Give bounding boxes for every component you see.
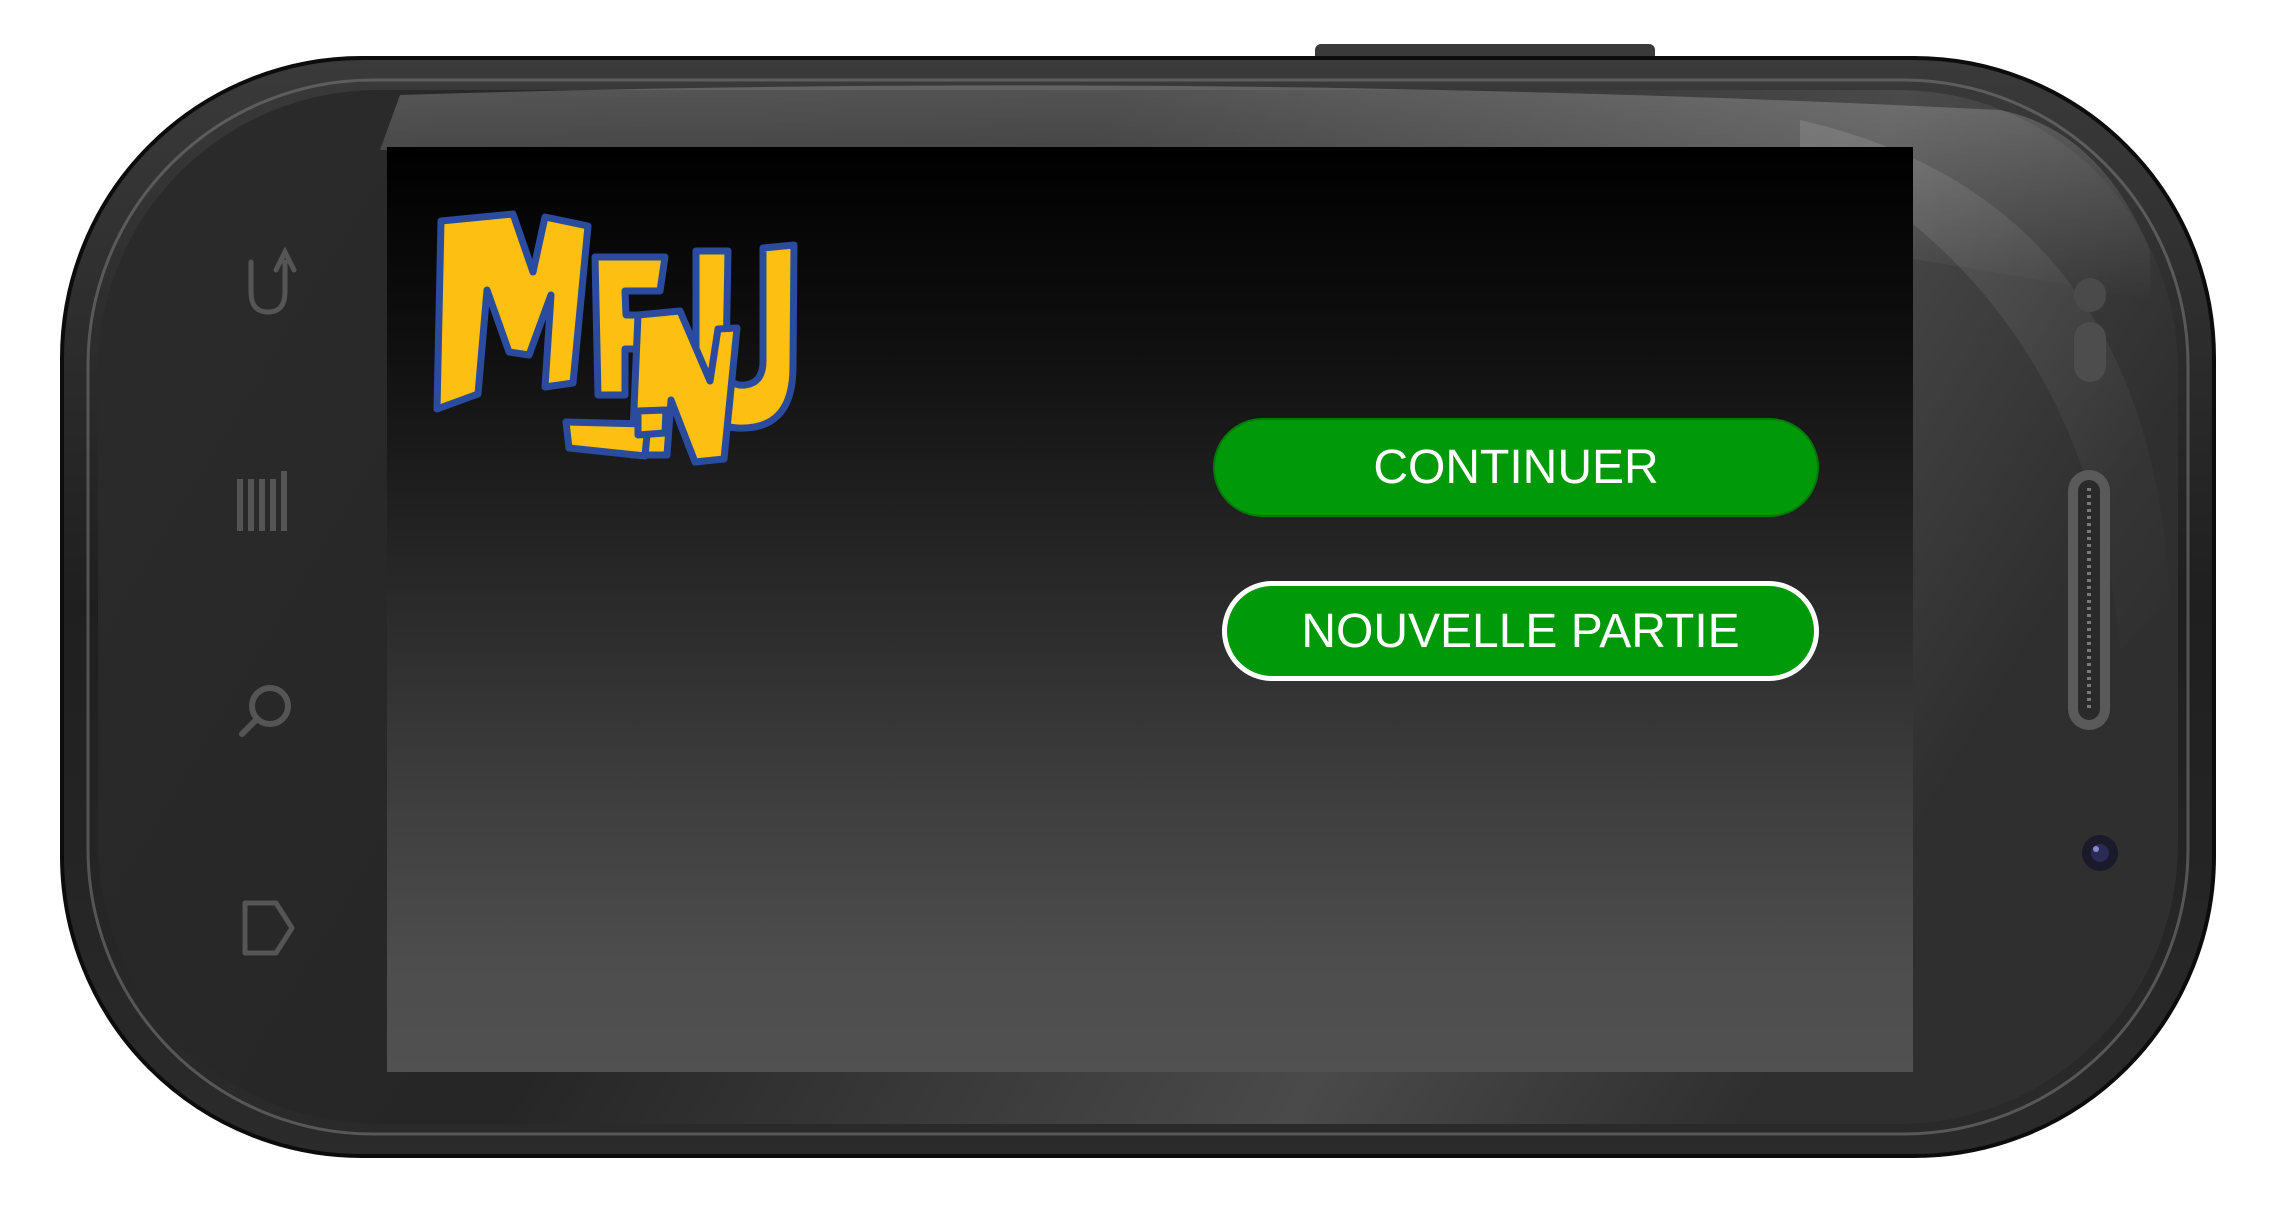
device-mockup: CONTINUER NOUVELLE PARTIE [0,0,2285,1211]
speaker-grille [2068,470,2110,730]
new-game-button-label: NOUVELLE PARTIE [1301,604,1740,658]
proximity-sensor [2074,278,2106,382]
menu-logo [433,210,798,466]
new-game-button[interactable]: NOUVELLE PARTIE [1222,581,1819,681]
continue-button[interactable]: CONTINUER [1213,418,1819,517]
front-camera [2082,835,2118,871]
continue-button-label: CONTINUER [1373,441,1659,494]
app-screen: CONTINUER NOUVELLE PARTIE [387,147,1913,1072]
